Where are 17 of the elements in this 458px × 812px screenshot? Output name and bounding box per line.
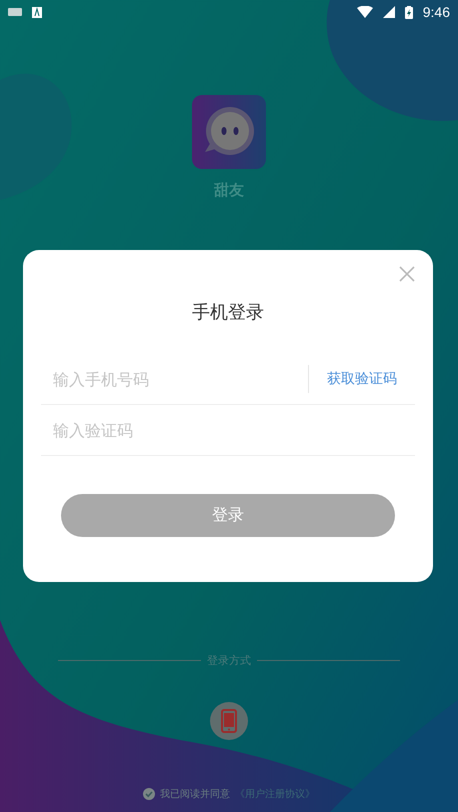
login-methods-label: 登录方式 (207, 653, 251, 668)
text-icon (32, 6, 42, 18)
close-icon[interactable] (397, 264, 417, 284)
signal-icon (382, 6, 395, 18)
get-code-link[interactable]: 获取验证码 (309, 370, 415, 388)
phone-icon (221, 709, 237, 733)
clock: 9:46 (422, 4, 450, 20)
login-button[interactable]: 登录 (61, 494, 395, 537)
keyboard-icon (8, 8, 22, 16)
wifi-icon (356, 6, 373, 18)
phone-input-field[interactable]: 输入手机号码 (41, 368, 308, 390)
dialog-title: 手机登录 (192, 301, 264, 324)
code-input-field[interactable]: 输入验证码 (41, 420, 415, 440)
app-name: 甜友 (214, 181, 244, 200)
agree-checkbox[interactable] (143, 788, 155, 800)
agreement-link[interactable]: 《用户注册协议》 (235, 787, 315, 801)
agreement-text: 我已阅读并同意 (160, 788, 230, 801)
